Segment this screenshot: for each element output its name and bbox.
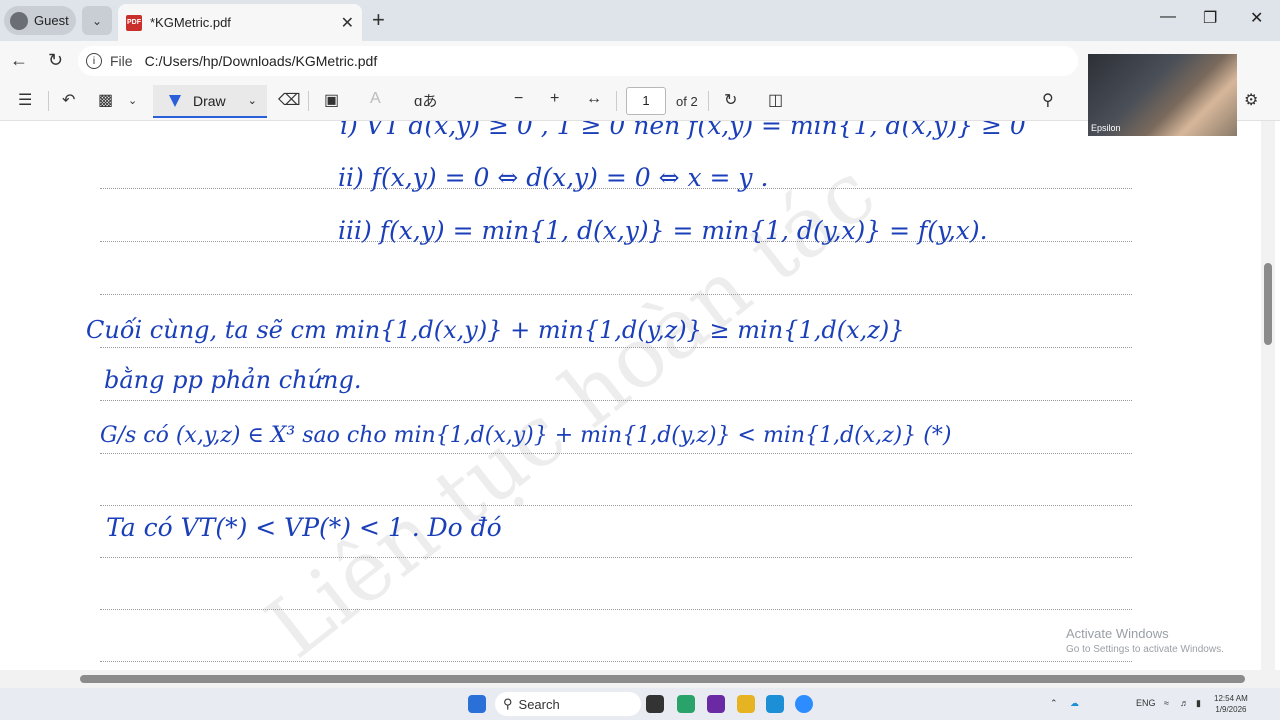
taskbar-search[interactable]: ⚲ Search bbox=[495, 692, 641, 716]
eraser-icon[interactable]: ⌫ bbox=[278, 90, 301, 110]
windows-taskbar: ⚲ Search ⌃ ☁ ENG ≈ ♬ ▮ 12:54 AM 1/9/2026 bbox=[0, 688, 1280, 720]
search-icon[interactable]: ⚲ bbox=[1042, 90, 1054, 110]
volume-icon[interactable]: ♬ bbox=[1180, 698, 1189, 708]
close-tab-icon[interactable]: ✕ bbox=[341, 13, 354, 33]
avatar-icon bbox=[10, 11, 28, 30]
url-field[interactable]: i File C:/Users/hp/Downloads/KGMetric.pd… bbox=[78, 46, 1078, 76]
tab-title: *KGMetric.pdf bbox=[150, 15, 231, 30]
url-text: C:/Users/hp/Downloads/KGMetric.pdf bbox=[144, 53, 378, 69]
divider bbox=[48, 91, 49, 111]
task-view-icon[interactable] bbox=[646, 695, 664, 713]
divider bbox=[708, 91, 709, 111]
new-tab-plus-icon[interactable]: + bbox=[372, 9, 385, 31]
back-arrow-icon[interactable]: ← bbox=[10, 50, 28, 71]
tray-chevron-up-icon[interactable]: ⌃ bbox=[1050, 698, 1058, 709]
activate-title: Activate Windows bbox=[1066, 626, 1169, 641]
page-number-input[interactable]: 1 bbox=[626, 87, 666, 115]
activate-windows-notice: Activate Windows Go to Settings to activ… bbox=[1066, 626, 1224, 655]
refresh-icon[interactable]: ↻ bbox=[48, 50, 63, 71]
handwritten-line-4: Cuối cùng, ta sẽ cm min{1,d(x,y)} + min{… bbox=[86, 316, 905, 344]
zoom-out-icon[interactable]: − bbox=[514, 90, 523, 108]
vertical-scrollbar[interactable] bbox=[1261, 121, 1275, 670]
horizontal-scroll-thumb[interactable] bbox=[80, 675, 1245, 683]
webcam-name: Epsilon bbox=[1091, 123, 1121, 133]
clock[interactable]: 12:54 AM 1/9/2026 bbox=[1214, 693, 1248, 715]
rotate-icon[interactable]: ↻ bbox=[724, 90, 737, 110]
zoom-in-icon[interactable]: + bbox=[550, 90, 559, 108]
zoom-icon[interactable] bbox=[795, 695, 813, 713]
handwritten-line-1: i) VT d(x,y) ≥ 0 , 1 ≥ 0 nen f(x,y) = mi… bbox=[340, 121, 1026, 140]
ruled-line bbox=[100, 661, 1132, 662]
profile-label: Guest bbox=[34, 13, 69, 28]
fit-to-width-icon[interactable]: ↔ bbox=[586, 90, 602, 108]
handwritten-line-7: Ta có VT(*) < VP(*) < 1 . Do đó bbox=[106, 513, 502, 542]
draw-options-chevron-icon[interactable]: ⌄ bbox=[248, 94, 257, 107]
file-explorer-icon[interactable] bbox=[737, 695, 755, 713]
pdf-page[interactable]: Liên tục hoàn tác i) VT d(x,y) ≥ 0 , 1 ≥… bbox=[0, 121, 1280, 670]
battery-icon[interactable]: ▮ bbox=[1196, 698, 1201, 709]
minimize-icon[interactable]: — bbox=[1160, 8, 1176, 26]
restore-icon[interactable]: ❐ bbox=[1203, 8, 1217, 28]
app-icon[interactable] bbox=[707, 695, 725, 713]
close-window-icon[interactable]: ✕ bbox=[1250, 8, 1263, 28]
search-icon: ⚲ bbox=[503, 696, 513, 711]
draw-label: Draw bbox=[193, 92, 226, 109]
divider bbox=[616, 91, 617, 111]
handwritten-line-6: G/s có (x,y,z) ∈ X³ sao cho min{1,d(x,y)… bbox=[100, 423, 952, 448]
edge-browser-icon[interactable] bbox=[766, 695, 784, 713]
ruled-line bbox=[100, 609, 1132, 610]
pdf-file-icon: PDF bbox=[126, 14, 142, 31]
page-view-icon[interactable]: ◫ bbox=[768, 90, 783, 110]
divider bbox=[308, 91, 309, 111]
edge-icon[interactable] bbox=[677, 695, 695, 713]
translate-icon[interactable]: ɑあ bbox=[414, 90, 437, 111]
handwritten-line-5: bằng pp phản chứng. bbox=[104, 366, 362, 394]
profile-button[interactable]: Guest bbox=[4, 6, 76, 35]
handwritten-line-3: iii) f(x,y) = min{1, d(x,y)} = min{1, d(… bbox=[338, 216, 988, 245]
add-text-icon[interactable]: ▣ bbox=[324, 90, 339, 110]
onedrive-icon[interactable]: ☁ bbox=[1070, 698, 1079, 709]
contents-list-icon[interactable]: ☰ bbox=[18, 90, 32, 110]
language-indicator[interactable]: ENG bbox=[1136, 698, 1156, 708]
url-scheme: File bbox=[110, 53, 133, 69]
highlight-options-chevron-icon[interactable]: ⌄ bbox=[128, 94, 137, 107]
clock-time: 12:54 AM bbox=[1214, 694, 1248, 703]
ruled-line bbox=[100, 505, 1132, 506]
tab-kgmetric[interactable]: PDF *KGMetric.pdf ✕ bbox=[118, 4, 362, 41]
ruled-line bbox=[100, 347, 1132, 348]
ruled-line bbox=[100, 453, 1132, 454]
vertical-scroll-thumb[interactable] bbox=[1264, 263, 1272, 345]
read-aloud-icon[interactable]: A bbox=[370, 90, 381, 108]
ruled-line bbox=[100, 557, 1132, 558]
undo-icon[interactable]: ↶ bbox=[62, 90, 75, 110]
clock-date: 1/9/2026 bbox=[1215, 705, 1247, 714]
handwritten-line-2: ii) f(x,y) = 0 ⇔ d(x,y) = 0 ⇔ x = y . bbox=[338, 163, 769, 192]
tab-actions-chevron-down-icon[interactable]: ⌄ bbox=[82, 6, 112, 35]
start-windows-icon[interactable] bbox=[468, 695, 486, 713]
wifi-icon[interactable]: ≈ bbox=[1164, 698, 1169, 708]
activate-subtitle: Go to Settings to activate Windows. bbox=[1066, 644, 1224, 655]
title-bar: Guest ⌄ PDF *KGMetric.pdf ✕ + — ❐ ✕ bbox=[0, 0, 1280, 41]
info-icon[interactable]: i bbox=[86, 53, 102, 69]
highlight-icon[interactable]: ▩ bbox=[98, 90, 113, 110]
ruled-line bbox=[100, 400, 1132, 401]
settings-gear-icon[interactable]: ⚙ bbox=[1244, 90, 1258, 110]
pen-icon bbox=[169, 94, 181, 107]
webcam-overlay: Epsilon bbox=[1088, 54, 1237, 136]
ruled-line bbox=[100, 294, 1132, 295]
search-label: Search bbox=[518, 696, 560, 712]
horizontal-scrollbar[interactable] bbox=[0, 670, 1280, 688]
draw-button[interactable]: Draw ⌄ bbox=[153, 85, 267, 118]
page-count: of 2 bbox=[676, 94, 698, 109]
